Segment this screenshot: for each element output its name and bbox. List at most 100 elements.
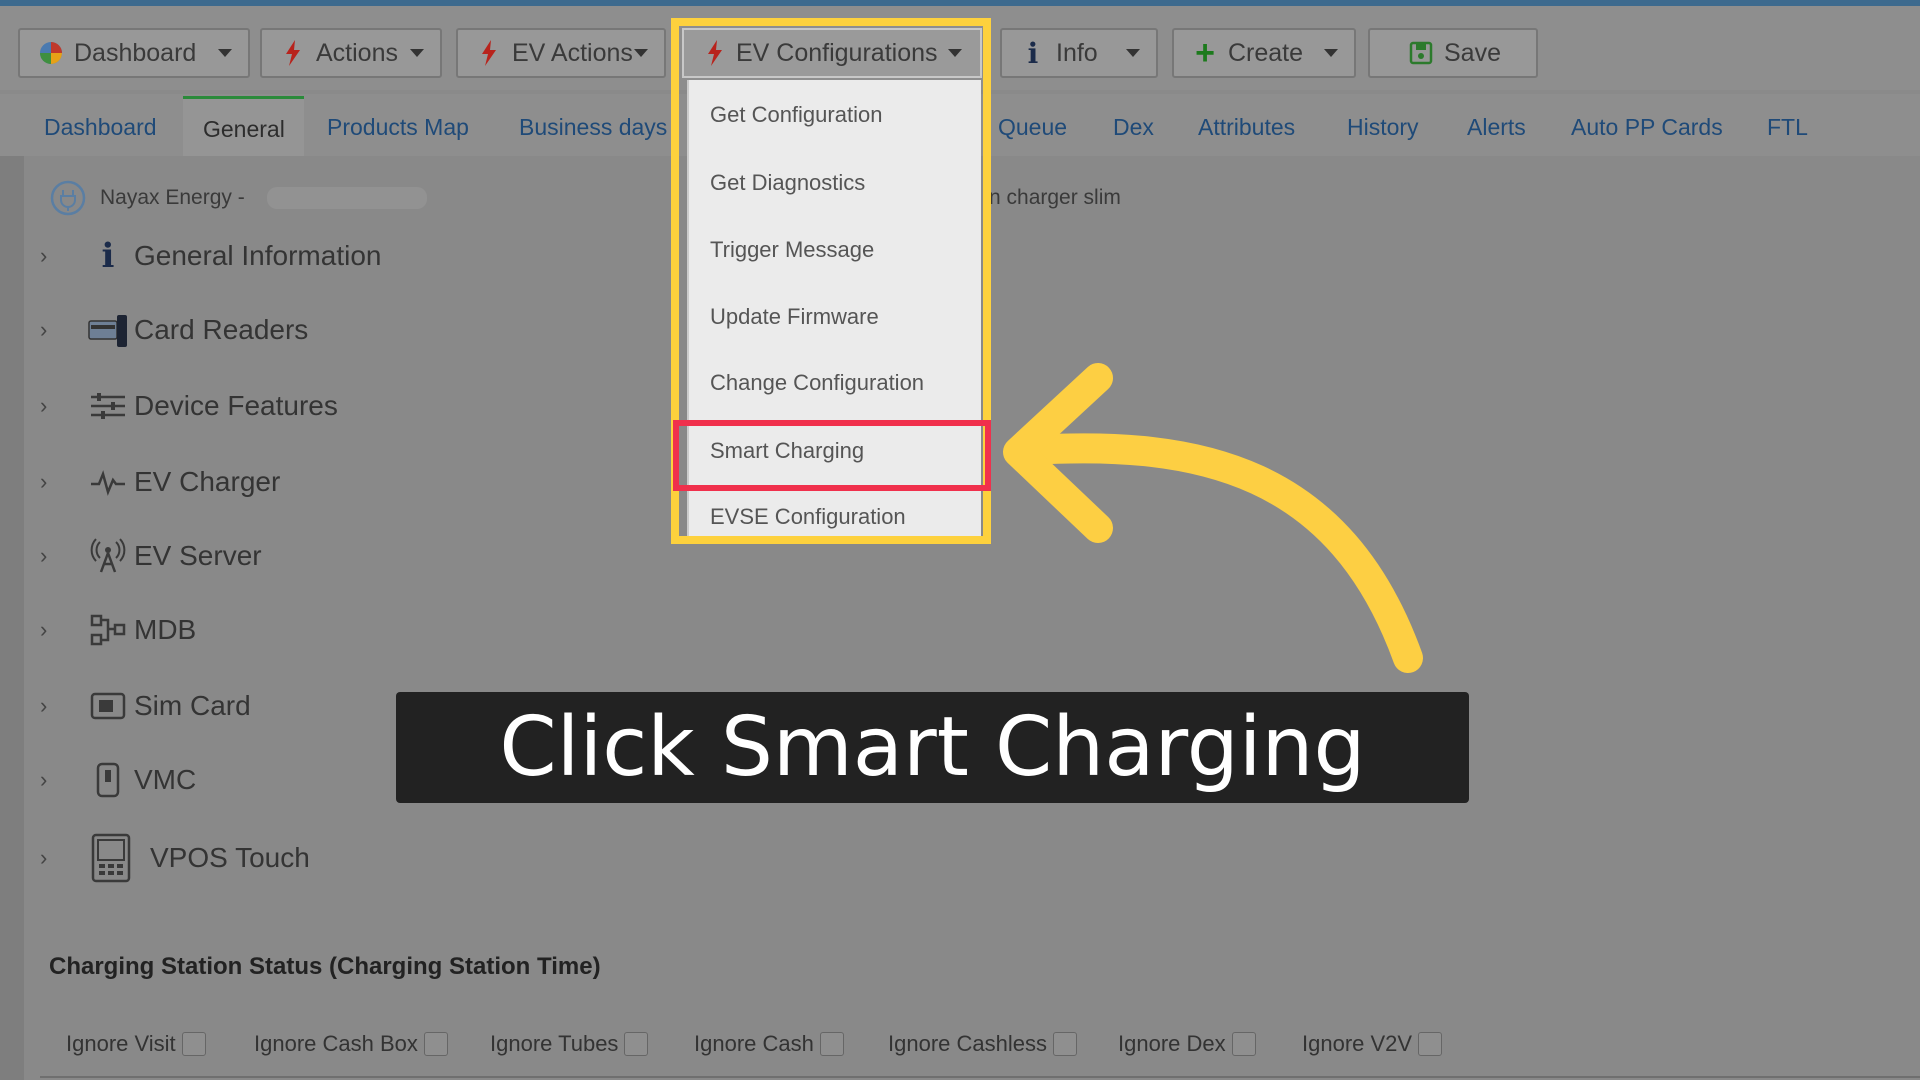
tree-label: VMC <box>134 764 197 795</box>
tree-label: VPOS Touch <box>150 842 310 873</box>
left-gutter <box>0 156 24 1080</box>
dashboard-pie-icon <box>38 40 64 66</box>
menu-item-change-configuration[interactable]: Change Configuration <box>710 370 924 396</box>
sliders-icon <box>86 386 130 426</box>
dashboard-button[interactable]: Dashboard <box>18 28 250 78</box>
checkbox-label: Ignore Visit <box>66 1031 176 1056</box>
menu-item-get-diagnostics[interactable]: Get Diagnostics <box>710 170 865 196</box>
ev-plug-icon <box>50 180 86 216</box>
tree-label: Card Readers <box>134 314 309 345</box>
tab-dashboard[interactable]: Dashboard <box>44 114 157 141</box>
mdb-icon <box>86 610 130 650</box>
actions-button[interactable]: Actions <box>260 28 442 78</box>
lightning-icon <box>280 40 306 66</box>
tree-label: EV Charger <box>134 466 281 497</box>
ignore-cashless-checkbox[interactable]: Ignore Cashless <box>888 1030 1077 1058</box>
divider <box>40 1076 1920 1078</box>
device-name: Nayax Energy - <box>100 186 245 209</box>
chevron-right-icon: › <box>40 693 48 718</box>
tab-history[interactable]: History <box>1347 114 1419 141</box>
tree-sim-card[interactable]: › Sim Card <box>40 686 251 726</box>
menu-item-update-firmware[interactable]: Update Firmware <box>710 304 879 330</box>
tree-mdb[interactable]: › MDB <box>40 610 196 650</box>
device-id-redacted <box>266 187 427 209</box>
device-model-suffix: n charger slim <box>989 186 1121 209</box>
save-button[interactable]: Save <box>1368 28 1538 78</box>
tree-ev-charger[interactable]: › EV Charger <box>40 462 280 502</box>
tree-label: General Information <box>134 240 382 271</box>
menu-item-get-configuration[interactable]: Get Configuration <box>710 102 882 128</box>
chevron-right-icon: › <box>40 543 48 568</box>
checkbox-box[interactable] <box>1052 1032 1077 1056</box>
tree-general-information[interactable]: › i General Information <box>40 236 381 276</box>
chevron-right-icon: › <box>40 767 48 792</box>
ev-actions-button-label: EV Actions <box>512 38 633 67</box>
ignore-v2v-checkbox[interactable]: Ignore V2V <box>1302 1030 1443 1058</box>
ignore-tubes-checkbox[interactable]: Ignore Tubes <box>490 1030 649 1058</box>
tab-general[interactable]: General <box>203 116 285 143</box>
chevron-down-icon <box>1126 49 1140 57</box>
ignore-visit-checkbox[interactable]: Ignore Visit <box>66 1030 206 1058</box>
checkbox-label: Ignore Dex <box>1118 1031 1226 1056</box>
tab-ftl[interactable]: FTL <box>1767 114 1808 141</box>
ignore-dex-checkbox[interactable]: Ignore Dex <box>1118 1030 1256 1058</box>
checkbox-box[interactable] <box>181 1032 206 1056</box>
section-title: Charging Station Status (Charging Statio… <box>49 953 601 980</box>
create-button[interactable]: + Create <box>1172 28 1356 78</box>
checkbox-box[interactable] <box>1231 1032 1256 1056</box>
checkbox-label: Ignore Cash <box>694 1031 814 1056</box>
tree-device-features[interactable]: › Device Features <box>40 386 338 426</box>
chevron-right-icon: › <box>40 393 48 418</box>
create-button-label: Create <box>1228 38 1304 67</box>
ignore-cash-checkbox[interactable]: Ignore Cash <box>694 1030 844 1058</box>
tree-label: Device Features <box>134 390 338 421</box>
ev-configurations-button[interactable]: EV Configurations <box>682 28 982 78</box>
antenna-icon <box>86 536 130 576</box>
checkbox-box[interactable] <box>423 1032 448 1056</box>
pulse-icon <box>86 462 130 502</box>
chevron-down-icon <box>410 49 424 57</box>
ev-actions-button[interactable]: EV Actions <box>456 28 666 78</box>
actions-button-label: Actions <box>316 38 398 67</box>
checkbox-box[interactable] <box>624 1032 649 1056</box>
chevron-right-icon: › <box>40 469 48 494</box>
lightning-icon <box>476 40 502 66</box>
info-icon: i <box>1027 36 1039 70</box>
tab-queue[interactable]: Queue <box>998 114 1067 141</box>
tree-vpos-touch[interactable]: › VPOS Touch <box>40 833 310 883</box>
floppy-disk-icon <box>1408 40 1434 66</box>
tree-card-readers[interactable]: › Card Readers <box>40 310 308 350</box>
chevron-right-icon: › <box>40 317 48 342</box>
tab-attributes[interactable]: Attributes <box>1198 114 1295 141</box>
checkbox-box[interactable] <box>1418 1032 1443 1056</box>
checkbox-label: Ignore Cash Box <box>254 1031 418 1056</box>
chevron-right-icon: › <box>40 243 48 268</box>
checkbox-box[interactable] <box>819 1032 844 1056</box>
tree-label: Sim Card <box>134 690 251 721</box>
ignore-cash-box-checkbox[interactable]: Ignore Cash Box <box>254 1030 448 1058</box>
checkbox-label: Ignore V2V <box>1302 1031 1413 1056</box>
tree-vmc[interactable]: › VMC <box>40 760 196 800</box>
tab-auto-pp-cards[interactable]: Auto PP Cards <box>1571 114 1723 141</box>
menu-item-evse-configuration[interactable]: EVSE Configuration <box>710 504 906 530</box>
ev-configurations-button-label: EV Configurations <box>736 38 938 67</box>
tab-dex[interactable]: Dex <box>1113 114 1154 141</box>
chevron-right-icon: › <box>40 845 48 870</box>
info-icon: i <box>101 236 115 276</box>
tree-label: EV Server <box>134 540 262 571</box>
info-button-label: Info <box>1056 38 1098 67</box>
chevron-down-icon <box>948 49 962 57</box>
chevron-down-icon <box>218 49 232 57</box>
chevron-right-icon: › <box>40 617 48 642</box>
plus-icon: + <box>1195 33 1215 72</box>
tab-products-map[interactable]: Products Map <box>327 114 469 141</box>
save-button-label: Save <box>1444 38 1501 67</box>
sim-card-icon <box>86 686 130 726</box>
tab-alerts[interactable]: Alerts <box>1467 114 1526 141</box>
tab-business-days[interactable]: Business days <box>519 114 667 141</box>
chevron-down-icon <box>634 49 648 57</box>
menu-item-trigger-message[interactable]: Trigger Message <box>710 237 874 263</box>
tree-label: MDB <box>134 614 197 645</box>
tree-ev-server[interactable]: › EV Server <box>40 536 262 576</box>
info-button[interactable]: i Info <box>1000 28 1158 78</box>
